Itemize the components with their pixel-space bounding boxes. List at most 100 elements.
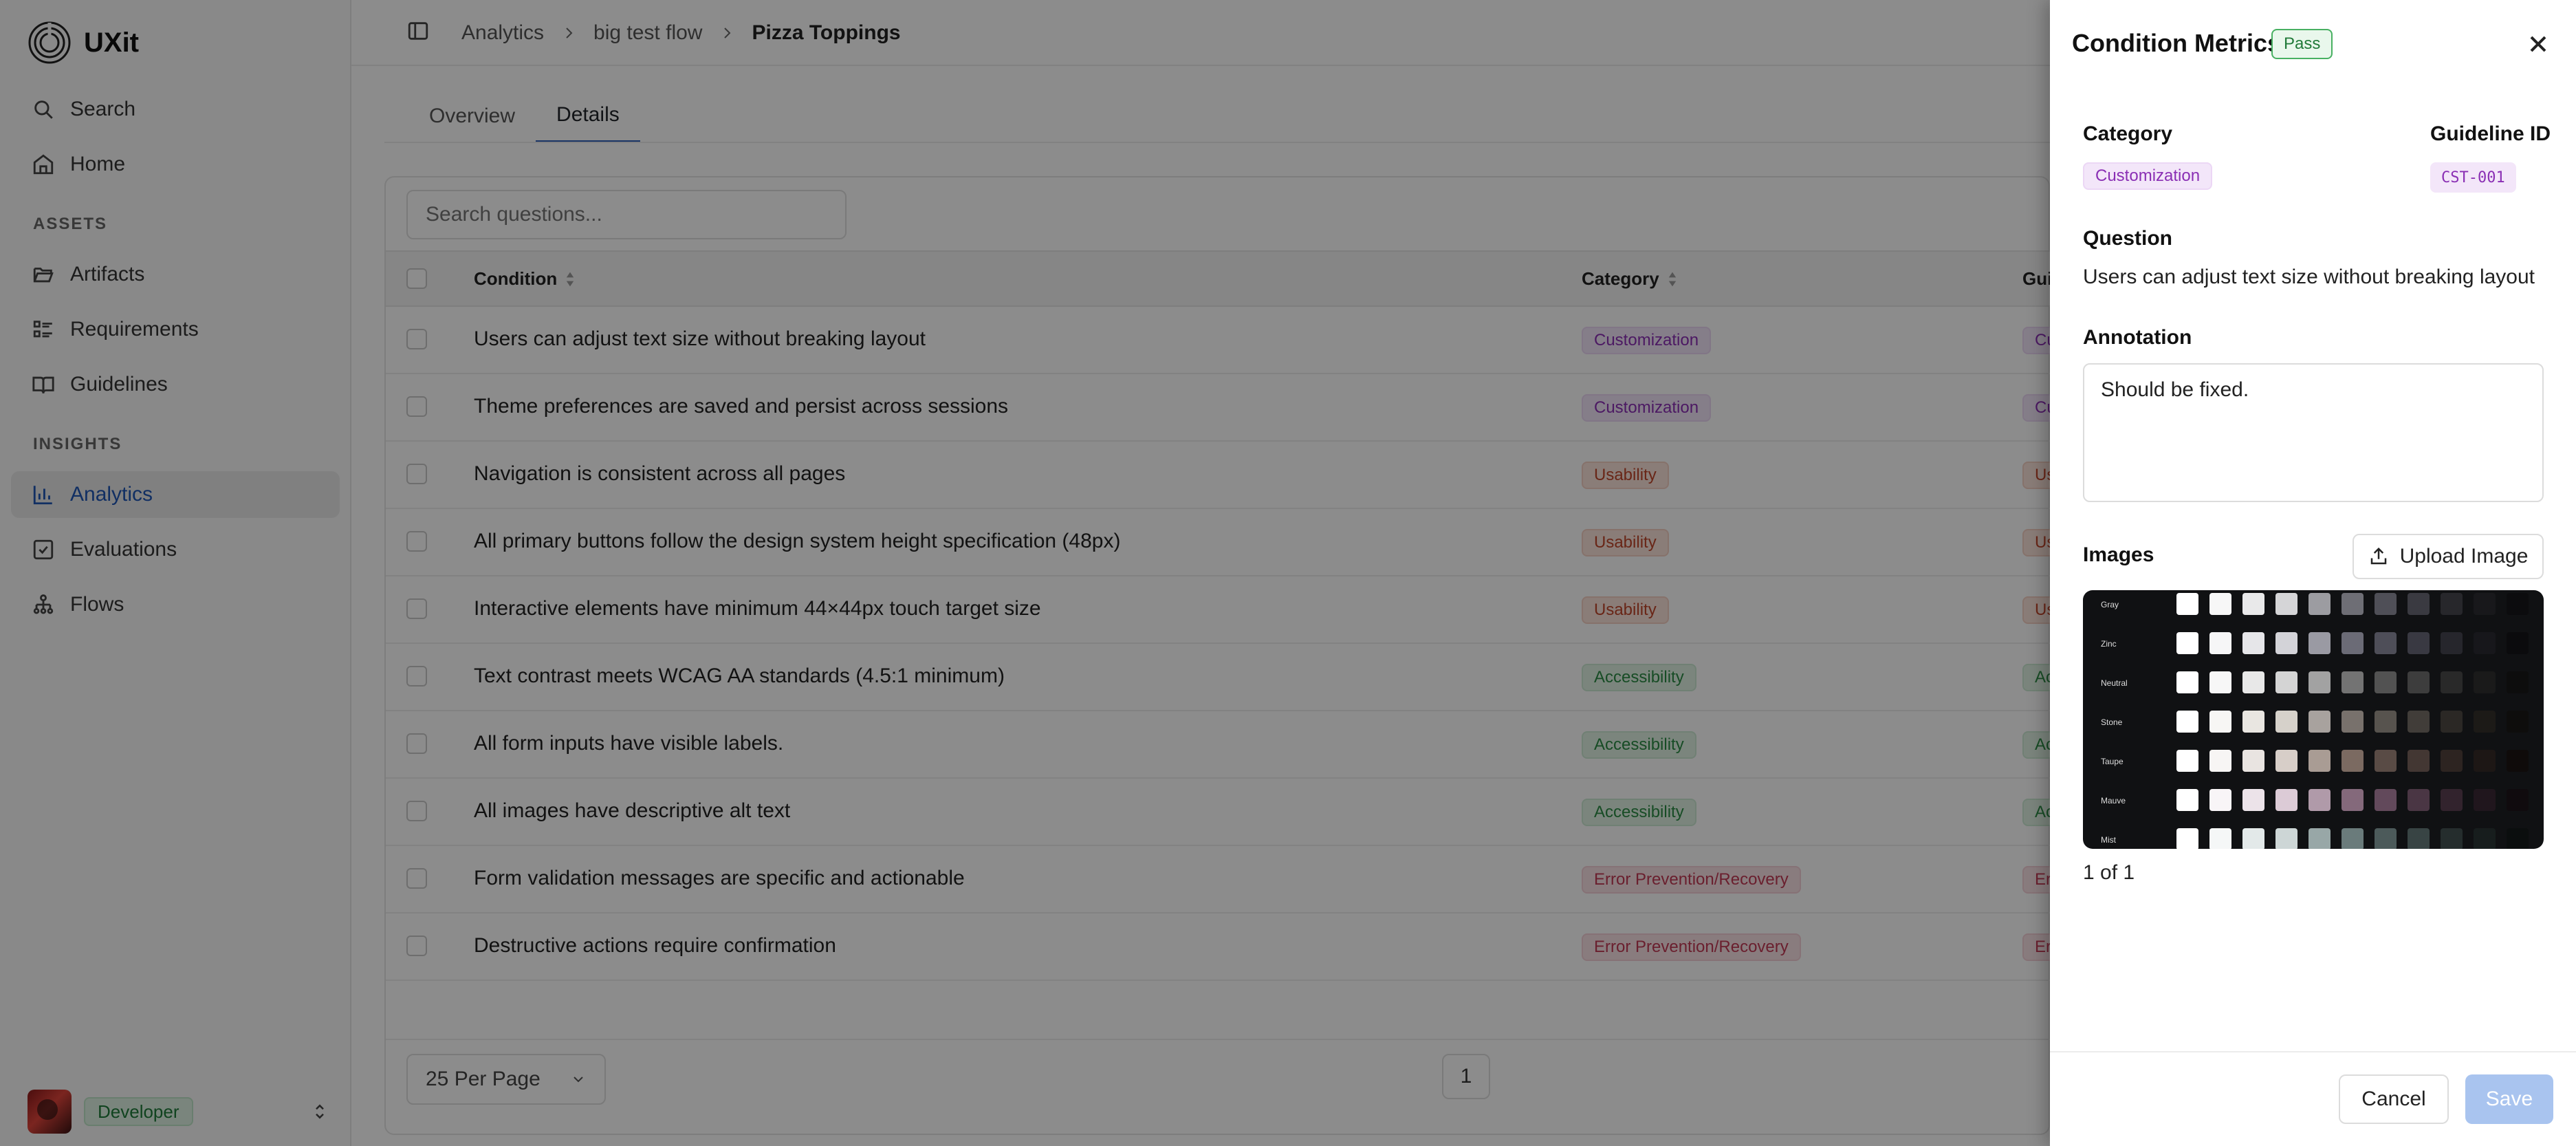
palette-row: Taupe xyxy=(2083,750,2544,776)
annotation-textarea[interactable]: Should be fixed. xyxy=(2083,363,2544,502)
images-label: Images xyxy=(2083,543,2154,566)
palette-swatch xyxy=(2275,632,2297,654)
upload-image-label: Upload Image xyxy=(2399,545,2529,567)
palette-swatch xyxy=(2242,711,2264,733)
modal-overlay[interactable] xyxy=(0,0,2050,1146)
category-label: Category xyxy=(2083,122,2173,145)
condition-metrics-drawer: Condition Metrics Pass Category Guidelin… xyxy=(2050,0,2576,1146)
palette-swatch xyxy=(2242,750,2264,772)
palette-swatch xyxy=(2375,750,2397,772)
palette-swatch xyxy=(2275,828,2297,849)
palette-row-label: Neutral xyxy=(2101,678,2128,688)
palette-swatch xyxy=(2408,828,2430,849)
palette-row-label: Mauve xyxy=(2101,796,2126,806)
palette-swatch xyxy=(2408,711,2430,733)
app-root: UXit Search Home ASSETS Artifacts Requir… xyxy=(0,0,2576,1146)
drawer-title: Condition Metrics xyxy=(2072,29,2281,57)
palette-swatch xyxy=(2342,671,2364,693)
palette-row: Stone xyxy=(2083,711,2544,737)
palette-swatch xyxy=(2242,828,2264,849)
palette-swatch xyxy=(2507,750,2529,772)
palette-swatch xyxy=(2507,593,2529,615)
palette-row-label: Gray xyxy=(2101,600,2119,609)
palette-swatch xyxy=(2209,828,2231,849)
image-counter: 1 of 1 xyxy=(2083,861,2135,884)
palette-swatch xyxy=(2375,789,2397,811)
palette-swatch xyxy=(2507,632,2529,654)
palette-swatch xyxy=(2375,671,2397,693)
palette-swatch xyxy=(2275,671,2297,693)
save-button[interactable]: Save xyxy=(2465,1074,2553,1124)
upload-image-button[interactable]: Upload Image xyxy=(2353,534,2544,579)
palette-swatch xyxy=(2408,632,2430,654)
palette-swatch xyxy=(2375,593,2397,615)
palette-swatch xyxy=(2375,632,2397,654)
annotation-label: Annotation xyxy=(2083,326,2192,349)
palette-row: Zinc xyxy=(2083,632,2544,658)
palette-swatch xyxy=(2375,828,2397,849)
palette-swatch xyxy=(2209,632,2231,654)
upload-icon xyxy=(2370,547,2386,565)
palette-row: Neutral xyxy=(2083,671,2544,698)
palette-swatch xyxy=(2308,593,2331,615)
palette-row-label: Zinc xyxy=(2101,639,2117,649)
palette-row: Gray xyxy=(2083,593,2544,619)
palette-swatch xyxy=(2176,750,2198,772)
palette-swatch xyxy=(2176,632,2198,654)
palette-swatch xyxy=(2308,632,2331,654)
palette-swatch xyxy=(2176,828,2198,849)
uploaded-image[interactable]: Gray Zinc Neutral Stone Taupe Mauve Mist xyxy=(2083,590,2544,849)
palette-swatch xyxy=(2375,711,2397,733)
cancel-button[interactable]: Cancel xyxy=(2339,1074,2449,1124)
palette-swatch xyxy=(2474,671,2496,693)
palette-swatch xyxy=(2474,828,2496,849)
palette-swatch xyxy=(2176,789,2198,811)
question-label: Question xyxy=(2083,227,2173,250)
palette-swatch xyxy=(2507,711,2529,733)
palette-swatch xyxy=(2308,789,2331,811)
palette-swatch xyxy=(2474,750,2496,772)
palette-swatch xyxy=(2441,828,2463,849)
palette-swatch xyxy=(2275,711,2297,733)
palette-swatch xyxy=(2209,789,2231,811)
status-badge: Pass xyxy=(2271,29,2333,59)
palette-swatch xyxy=(2342,632,2364,654)
palette-swatch xyxy=(2176,593,2198,615)
palette-swatch xyxy=(2342,593,2364,615)
palette-swatch xyxy=(2275,750,2297,772)
palette-swatch xyxy=(2308,828,2331,849)
category-badge: Customization xyxy=(2083,162,2213,190)
palette-swatch xyxy=(2342,711,2364,733)
palette-swatch xyxy=(2209,750,2231,772)
palette-swatch xyxy=(2507,828,2529,849)
palette-swatch xyxy=(2342,789,2364,811)
palette-row: Mauve xyxy=(2083,789,2544,815)
palette-swatch xyxy=(2308,671,2331,693)
palette-swatch xyxy=(2176,671,2198,693)
palette-swatch xyxy=(2408,789,2430,811)
palette-row-label: Stone xyxy=(2101,717,2123,727)
palette-swatch xyxy=(2474,711,2496,733)
palette-swatch xyxy=(2408,671,2430,693)
palette-swatch xyxy=(2507,789,2529,811)
palette-swatch xyxy=(2242,593,2264,615)
question-text: Users can adjust text size without break… xyxy=(2083,266,2535,288)
close-icon[interactable] xyxy=(2524,30,2552,58)
palette-row-label: Taupe xyxy=(2101,757,2124,766)
palette-swatch xyxy=(2474,593,2496,615)
palette-swatch xyxy=(2474,632,2496,654)
palette-swatch xyxy=(2209,671,2231,693)
palette-swatch xyxy=(2275,789,2297,811)
palette-swatch xyxy=(2275,593,2297,615)
palette-swatch xyxy=(2441,593,2463,615)
palette-swatch xyxy=(2209,711,2231,733)
palette-row: Mist xyxy=(2083,828,2544,849)
palette-swatch xyxy=(2242,789,2264,811)
palette-swatch xyxy=(2342,828,2364,849)
palette-swatch xyxy=(2176,711,2198,733)
palette-row-label: Mist xyxy=(2101,835,2116,845)
palette-swatch xyxy=(2308,711,2331,733)
palette-swatch xyxy=(2441,671,2463,693)
palette-swatch xyxy=(2242,632,2264,654)
palette-swatch xyxy=(2441,711,2463,733)
